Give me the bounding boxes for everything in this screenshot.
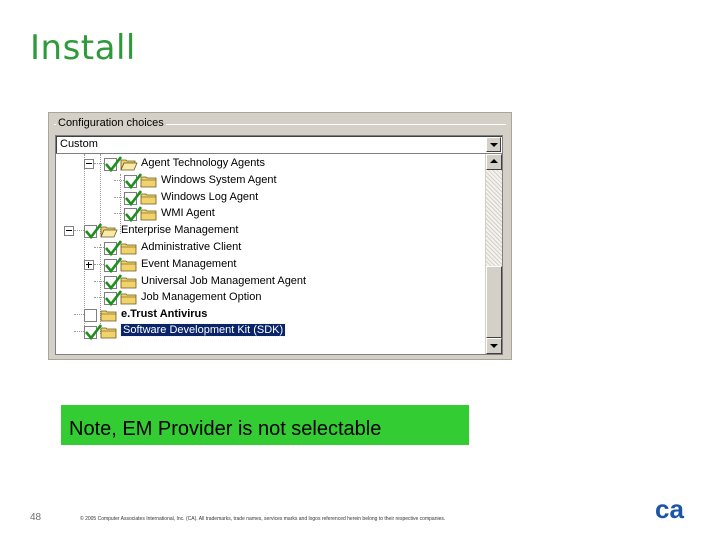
component-tree[interactable]: Agent Technology Agents Windows System Ag… (55, 153, 503, 355)
tree-connector (74, 314, 84, 316)
component-checkbox[interactable] (104, 156, 122, 173)
copyright-text: © 2005 Computer Associates International… (80, 516, 446, 522)
tree-connector (94, 297, 104, 299)
configuration-choices-label: Configuration choices (56, 117, 166, 129)
ca-logo: ca (655, 496, 684, 522)
combo-dropdown-button[interactable] (486, 137, 501, 152)
tree-scrollbar[interactable] (485, 154, 502, 354)
tree-node-label: Windows System Agent (161, 173, 277, 186)
tree-node-label: Job Management Option (141, 291, 262, 304)
folder-icon (140, 176, 157, 188)
configuration-dialog: Configuration choices Custom Agent Techn… (48, 112, 512, 360)
scroll-track[interactable] (486, 170, 502, 266)
folder-icon (100, 310, 117, 322)
tree-node-label: Agent Technology Agents (141, 157, 265, 169)
tree-node[interactable]: Event Management (56, 256, 476, 273)
component-checkbox[interactable] (84, 324, 102, 341)
tree-connector (114, 179, 124, 182)
scroll-down-button[interactable] (486, 338, 502, 354)
chevron-up-icon (490, 159, 498, 163)
tree-node[interactable]: Job Management Option (56, 289, 476, 307)
scroll-thumb[interactable] (486, 266, 502, 338)
tree-node-label: Windows Log Agent (161, 190, 259, 203)
slide-title: Install (30, 28, 136, 68)
page-number: 48 (30, 512, 42, 523)
component-checkbox[interactable] (104, 290, 122, 307)
scroll-up-button[interactable] (486, 154, 502, 170)
folder-icon (100, 327, 117, 339)
component-checkbox[interactable] (104, 257, 122, 273)
tree-node[interactable]: Universal Job Management Agent (56, 273, 476, 290)
folder-icon (120, 243, 137, 255)
component-checkbox[interactable] (84, 309, 97, 323)
folder-icon (120, 293, 137, 305)
configuration-combo[interactable]: Custom (55, 135, 503, 154)
collapse-icon[interactable] (84, 159, 94, 169)
tree-node-label: Administrative Client (141, 241, 242, 253)
component-checkbox[interactable] (124, 173, 142, 189)
tree-connector (114, 196, 124, 199)
folder-icon (140, 193, 157, 204)
logo-text: ca (655, 496, 684, 522)
tree-node[interactable]: Software Development Kit (SDK) (56, 323, 476, 341)
chevron-down-icon (490, 344, 498, 348)
tree-connector (94, 280, 104, 283)
collapse-icon[interactable] (64, 226, 74, 237)
tree-node[interactable]: WMI Agent (56, 205, 476, 223)
tree-node[interactable]: Agent Technology Agents (56, 155, 476, 173)
tree-node-label: e.Trust Antivirus (121, 308, 208, 321)
tree-node[interactable]: e.Trust Antivirus (56, 306, 476, 323)
note-text: Note, EM Provider is not selectable (69, 418, 382, 440)
combo-value: Custom (60, 138, 98, 150)
component-checkbox[interactable] (104, 240, 122, 257)
tree-connector (74, 331, 84, 333)
component-checkbox[interactable] (124, 206, 142, 223)
note-callout: Note, EM Provider is not selectable (61, 405, 469, 445)
tree-node[interactable]: Windows Log Agent (56, 189, 476, 206)
tree-node[interactable]: Administrative Client (56, 239, 476, 257)
tree-node-label: Enterprise Management (121, 224, 239, 237)
component-checkbox[interactable] (84, 223, 102, 240)
tree-connector (94, 247, 104, 249)
folder-icon (120, 277, 137, 288)
tree-connector (74, 230, 84, 232)
folder-open-icon (100, 226, 118, 238)
component-checkbox[interactable] (124, 189, 142, 206)
tree-node-label: WMI Agent (161, 207, 215, 220)
tree-node-label: Universal Job Management Agent (141, 274, 307, 287)
folder-icon (120, 260, 137, 272)
component-checkbox[interactable] (104, 273, 122, 290)
folder-icon (140, 209, 157, 221)
tree-node[interactable]: Enterprise Management (56, 222, 476, 240)
tree-node-label: Software Development Kit (SDK) (119, 323, 287, 337)
tree-node[interactable]: Windows System Agent (56, 172, 476, 189)
tree-connector (94, 263, 104, 266)
expand-icon[interactable] (84, 259, 94, 270)
chevron-down-icon (490, 143, 498, 147)
tree-connector (114, 213, 124, 215)
folder-open-icon (120, 159, 138, 171)
tree-connector (94, 163, 104, 165)
tree-node-label: Event Management (141, 257, 237, 270)
